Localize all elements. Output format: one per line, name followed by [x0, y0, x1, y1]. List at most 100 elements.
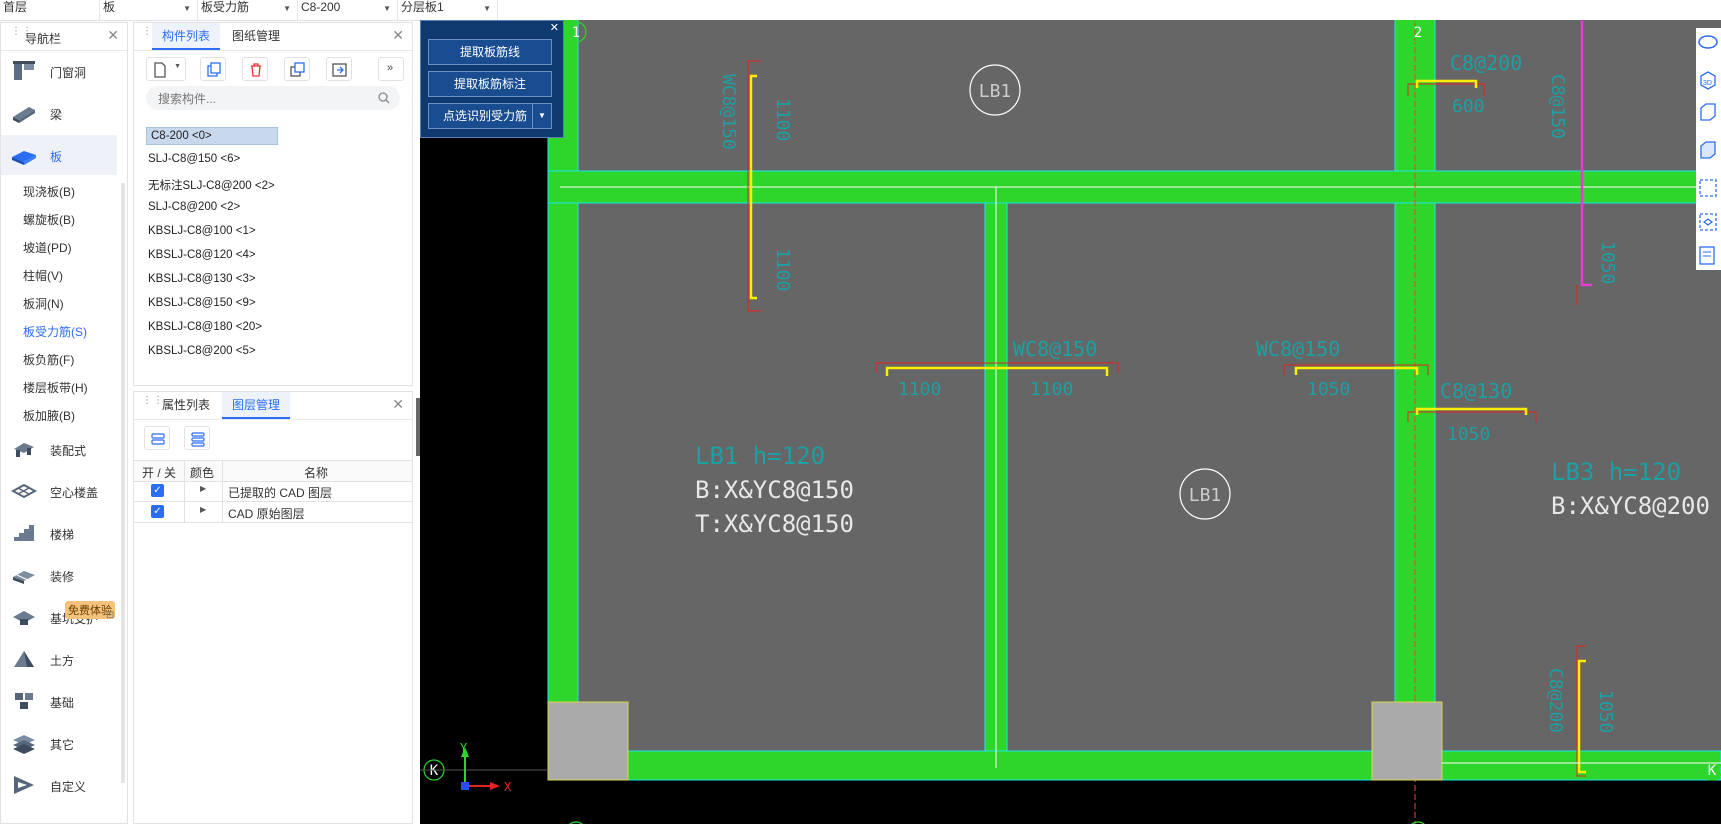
nav-item-prefab[interactable]: 装配式	[1, 429, 117, 469]
nav-item-beam[interactable]: 梁	[1, 93, 117, 133]
tab-drawing-management[interactable]: 图纸管理	[222, 23, 290, 50]
sub-item-ramp[interactable]: 坡道(PD)	[23, 239, 72, 256]
chevron-down-icon: ▼	[183, 4, 191, 13]
expand-arrow-icon[interactable]: ▶	[200, 484, 206, 493]
nav-item-custom[interactable]: 自定义	[1, 765, 117, 805]
sub-item-cast-slab[interactable]: 现浇板(B)	[23, 183, 75, 200]
property-view-icon[interactable]	[1696, 244, 1720, 268]
component-list-item[interactable]: C8-200 <0>	[146, 127, 278, 145]
cad-drawing-canvas[interactable]: 1 2 K K LB1 LB1 LB1 h=120 B:X&YC8@150 T:…	[420, 20, 1721, 824]
slab-annotation: B:X&YC8@150	[695, 476, 854, 504]
table-row[interactable]: ✓ ▶ 已提取的 CAD 图层	[134, 481, 412, 502]
other-icon	[13, 735, 35, 754]
copy-component-button[interactable]	[200, 57, 226, 81]
component-list-item[interactable]: SLJ-C8@200 <2>	[148, 201, 240, 213]
search-box[interactable]	[146, 86, 400, 110]
more-tools-button[interactable]: »	[378, 57, 404, 81]
nav-item-label: 门窗洞	[50, 66, 87, 80]
close-icon[interactable]: ✕	[392, 397, 404, 411]
chevron-down-icon[interactable]: ▼	[532, 104, 551, 128]
component-list-item[interactable]: SLJ-C8@150 <6>	[148, 153, 240, 165]
top-view-icon[interactable]	[1696, 100, 1720, 124]
rebar-length-label: 1100	[772, 98, 793, 141]
tab-component-list[interactable]: 构件列表	[152, 23, 221, 50]
3d-view-icon[interactable]: 3D	[1696, 68, 1720, 92]
rebar-name-label: C8@200	[1450, 51, 1522, 75]
component-list-item[interactable]: KBSLJ-C8@100 <1>	[148, 225, 256, 237]
extract-from-floor-button[interactable]	[326, 57, 352, 81]
select-box-icon[interactable]	[1696, 176, 1720, 200]
component-list-item[interactable]: KBSLJ-C8@200 <5>	[148, 345, 256, 357]
sub-item-floor-strip[interactable]: 楼层板带(H)	[23, 379, 88, 396]
new-component-button[interactable]: ▼	[146, 57, 186, 81]
sub-item-spiral-slab[interactable]: 螺旋板(B)	[23, 211, 75, 228]
layer-hide-all-button[interactable]	[184, 426, 210, 450]
layer-plate-dropdown[interactable]: 分层板1 ▼	[398, 0, 498, 20]
rebar-length-label: 600	[1452, 96, 1485, 117]
nav-item-foundation[interactable]: 基础	[1, 681, 117, 721]
nav-item-label: 自定义	[50, 780, 87, 794]
tab-property-list[interactable]: 属性列表	[152, 392, 220, 419]
point-identify-rebar-button[interactable]: 点选识别受力筋 ▼	[428, 103, 552, 129]
rebar-length-label: 1050	[1597, 241, 1618, 284]
nav-item-other[interactable]: 其它	[1, 723, 117, 763]
component-list-item[interactable]: KBSLJ-C8@120 <4>	[148, 249, 256, 261]
layer-visible-checkbox[interactable]: ✓	[151, 505, 164, 518]
sub-item-slab-rebar[interactable]: 板受力筋(S)	[23, 323, 87, 340]
component-name-dropdown[interactable]: C8-200 ▼	[298, 0, 398, 20]
cube-view-icon[interactable]	[1696, 138, 1720, 162]
sub-item-slab-haunch[interactable]: 板加腋(B)	[23, 407, 75, 424]
nav-item-door-window[interactable]: 门窗洞	[1, 51, 117, 91]
sub-item-negative-rebar[interactable]: 板负筋(F)	[23, 351, 74, 368]
component-sub-dropdown[interactable]: 板受力筋 ▼	[198, 0, 298, 20]
table-row[interactable]: ✓ ▶ CAD 原始图层	[134, 502, 412, 523]
expand-arrow-icon[interactable]: ▶	[200, 505, 206, 514]
nav-item-stairs[interactable]: 楼梯	[1, 513, 117, 553]
nav-item-hollow-floor[interactable]: 空心楼盖	[1, 471, 117, 511]
lock-icon: ⊡	[106, 610, 115, 621]
delete-component-button[interactable]	[242, 57, 268, 81]
component-list-item[interactable]: KBSLJ-C8@130 <3>	[148, 273, 256, 285]
component-list-item[interactable]: 无标注SLJ-C8@200 <2>	[148, 177, 275, 193]
custom-icon	[14, 776, 34, 794]
component-list-item[interactable]: KBSLJ-C8@150 <9>	[148, 297, 256, 309]
column	[547, 701, 629, 781]
extract-rebar-annotation-button[interactable]: 提取板筋标注	[428, 71, 552, 97]
component-list-item[interactable]: KBSLJ-C8@180 <20>	[148, 321, 262, 333]
pit-support-icon	[13, 611, 35, 625]
close-icon[interactable]: ✕	[550, 21, 559, 34]
door-window-icon	[13, 61, 35, 80]
layer-visible-checkbox[interactable]: ✓	[151, 484, 164, 497]
drag-handle-icon[interactable]: ⋮⋮	[11, 27, 32, 43]
hollow-floor-icon	[11, 483, 37, 499]
close-icon[interactable]: ✕	[107, 28, 119, 42]
nav-scrollbar[interactable]	[121, 183, 125, 783]
extract-rebar-line-button[interactable]: 提取板筋线	[428, 39, 552, 65]
rebar-length-label: 1100	[1030, 379, 1073, 400]
component-type-dropdown[interactable]: 板 ▼	[100, 0, 198, 20]
copy-to-floor-button[interactable]	[284, 57, 310, 81]
drag-handle-icon[interactable]: ⋮⋮	[142, 27, 163, 43]
select-layer-icon[interactable]	[1696, 210, 1720, 234]
floor-dropdown[interactable]: 首层	[0, 0, 100, 20]
close-icon[interactable]: ✕	[392, 28, 404, 42]
component-panel-header: ⋮⋮ 构件列表 图纸管理 ✕	[134, 23, 412, 51]
import-icon	[332, 63, 347, 77]
dynamic-observe-icon[interactable]	[1696, 30, 1720, 54]
nav-item-decoration[interactable]: 装修	[1, 555, 117, 595]
slab-label: LB1	[979, 81, 1012, 102]
nav-item-earthwork[interactable]: 土方	[1, 639, 117, 679]
rebar-length-label: 1100	[898, 379, 941, 400]
nav-item-slab[interactable]: 板	[1, 135, 117, 175]
sub-item-column-cap[interactable]: 柱帽(V)	[23, 267, 63, 284]
beam-icon	[13, 107, 35, 123]
search-input[interactable]	[156, 88, 360, 110]
nav-item-pit-support[interactable]: 基坑支护 免费体验 ⊡	[1, 597, 117, 637]
rebar-name-label: WC8@150	[1256, 337, 1340, 361]
tab-layer-management[interactable]: 图层管理	[222, 392, 291, 419]
drag-handle-icon[interactable]: ⋮⋮	[142, 396, 163, 412]
nav-item-label: 装配式	[50, 444, 87, 458]
layer-show-all-button[interactable]	[144, 426, 170, 450]
sub-item-slab-hole[interactable]: 板洞(N)	[23, 295, 64, 312]
layers-icon	[151, 433, 165, 445]
